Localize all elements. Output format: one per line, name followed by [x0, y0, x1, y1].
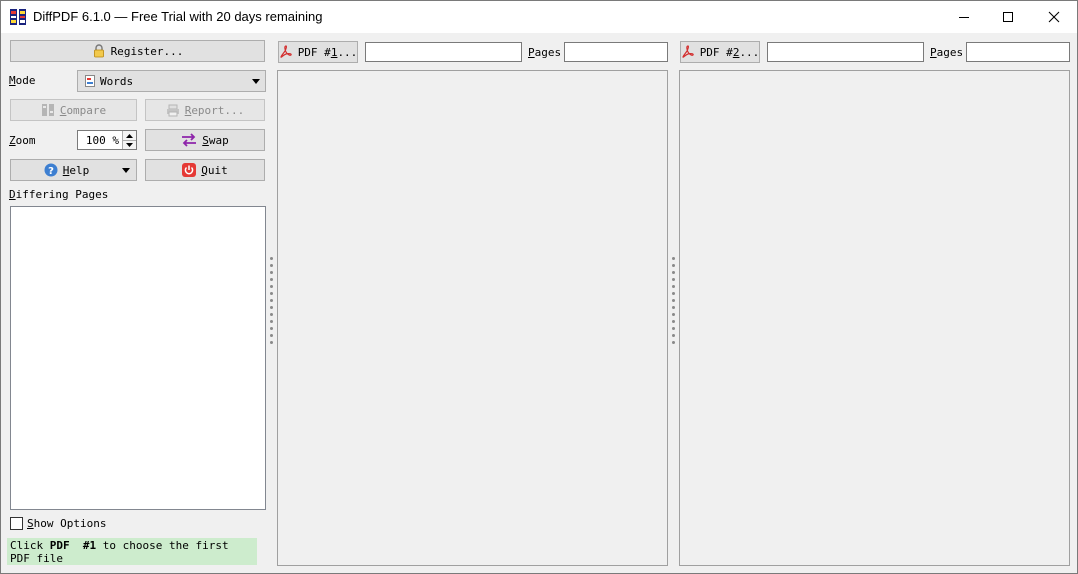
status-message: Click PDF #1 to choose the first PDF fil…	[7, 538, 257, 565]
pdf1-pages-label-rest: ages	[534, 46, 562, 59]
swap-icon	[182, 133, 197, 147]
status-num: #1	[82, 539, 97, 552]
report-label-rest: eport...	[191, 103, 245, 117]
help-icon: ?	[44, 163, 58, 177]
zoom-down-button[interactable]	[122, 140, 136, 149]
report-button[interactable]: Report...	[145, 99, 265, 121]
status-pre: Click	[10, 539, 50, 552]
chevron-down-icon	[252, 79, 260, 84]
chevron-down-icon	[126, 143, 133, 147]
pdf2-pages-input[interactable]	[966, 42, 1070, 62]
mode-label-rest: ode	[15, 74, 36, 87]
quit-label-key: Q	[201, 163, 208, 177]
pdf2-viewer[interactable]	[679, 70, 1070, 566]
svg-text:?: ?	[48, 166, 54, 177]
zoom-label-key: Z	[9, 134, 16, 147]
maximize-button[interactable]	[985, 1, 1031, 33]
maximize-icon	[1003, 12, 1013, 22]
pdf1-label-pre: PDF #	[297, 45, 331, 59]
chevron-down-icon	[122, 168, 130, 173]
swap-label-key: S	[202, 133, 209, 147]
pdf2-label-pre: PDF #	[699, 45, 733, 59]
close-button[interactable]	[1031, 1, 1077, 33]
app-window: DiffPDF 6.1.0 — Free Trial with 20 days …	[0, 0, 1078, 574]
show-options-checkbox[interactable]	[10, 517, 23, 530]
pdf-icon	[682, 45, 694, 58]
differing-pages-label: Differing Pages	[9, 188, 108, 201]
pdf1-button[interactable]: PDF #1...	[278, 41, 358, 63]
minimize-button[interactable]	[941, 1, 987, 33]
status-pdf: PDF	[49, 539, 70, 552]
show-options-label-key: S	[27, 517, 34, 530]
register-button[interactable]: Register...	[10, 40, 265, 62]
words-mode-icon	[85, 75, 95, 87]
right-splitter-handle[interactable]	[671, 257, 675, 344]
zoom-up-button[interactable]	[122, 131, 136, 140]
mode-selected-value: Words	[100, 74, 134, 88]
register-label-post: ister...	[130, 44, 184, 58]
help-button[interactable]: ? Help	[10, 159, 137, 181]
quit-button[interactable]: Quit	[145, 159, 265, 181]
differing-pages-label-key: D	[9, 188, 16, 201]
compare-label-rest: ompare	[66, 103, 107, 117]
mode-select[interactable]: Words	[77, 70, 266, 92]
pdf2-label-post: ...	[739, 45, 760, 59]
pdf1-pages-label: Pages	[528, 46, 561, 59]
pdf2-pages-label: Pages	[930, 46, 963, 59]
show-options-label-rest: how Options	[33, 517, 107, 530]
zoom-value: 100 %	[85, 134, 119, 147]
lock-icon	[93, 44, 104, 58]
differing-pages-label-rest: iffering Pages	[15, 188, 109, 201]
mode-label-key: M	[9, 74, 16, 87]
swap-label-rest: wap	[208, 133, 229, 147]
show-options-label[interactable]: Show Options	[27, 517, 106, 530]
quit-label-rest: uit	[207, 163, 228, 177]
pdf1-file-input[interactable]	[365, 42, 522, 62]
pdf1-viewer[interactable]	[277, 70, 668, 566]
pdf1-pages-label-key: P	[528, 46, 535, 59]
register-label-pre: Re	[110, 44, 124, 58]
pdf-icon	[280, 45, 292, 58]
chevron-up-icon	[126, 133, 133, 138]
printer-icon	[166, 104, 179, 117]
pdf2-pages-label-rest: ages	[936, 46, 964, 59]
differing-pages-list[interactable]	[10, 206, 266, 510]
mode-label: Mode	[9, 74, 36, 87]
zoom-spinbox[interactable]: 100 %	[77, 130, 137, 150]
minimize-icon	[959, 17, 969, 18]
pdf1-label-post: ...	[337, 45, 358, 59]
title-bar: DiffPDF 6.1.0 — Free Trial with 20 days …	[1, 1, 1077, 33]
power-icon	[182, 163, 197, 177]
pdf2-file-input[interactable]	[767, 42, 924, 62]
compare-icon	[41, 104, 54, 116]
swap-button[interactable]: Swap	[145, 129, 265, 151]
pdf1-pages-input[interactable]	[564, 42, 668, 62]
zoom-label: Zoom	[9, 134, 36, 147]
window-title: DiffPDF 6.1.0 — Free Trial with 20 days …	[33, 9, 323, 24]
pdf2-button[interactable]: PDF #2...	[680, 41, 760, 63]
left-splitter-handle[interactable]	[269, 257, 273, 344]
zoom-label-rest: oom	[15, 134, 36, 147]
close-icon	[1048, 11, 1060, 23]
compare-button[interactable]: Compare	[10, 99, 137, 121]
pdf2-pages-label-key: P	[930, 46, 937, 59]
diffpdf-app-icon	[10, 9, 26, 25]
help-label-rest: elp	[69, 163, 90, 177]
